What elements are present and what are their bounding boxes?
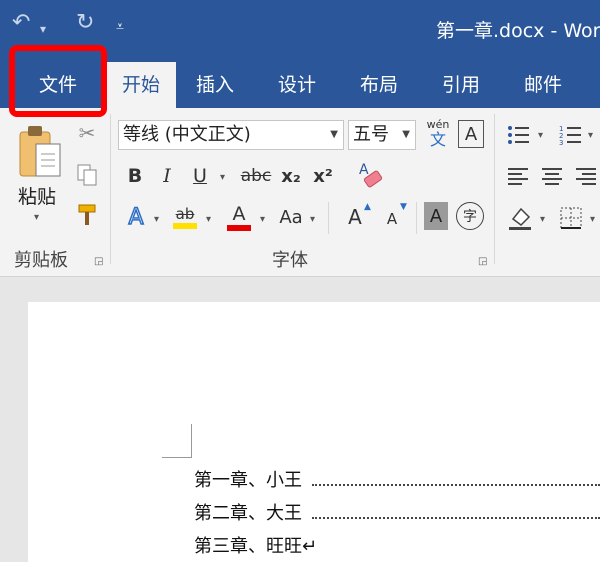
tab-insert[interactable]: 插入 bbox=[180, 62, 250, 108]
font-name-dropdown-icon[interactable]: ▼ bbox=[330, 121, 338, 149]
tab-design[interactable]: 设计 bbox=[262, 62, 332, 108]
font-color-button[interactable]: A bbox=[224, 200, 254, 234]
align-right-icon[interactable] bbox=[574, 164, 598, 188]
character-border-button[interactable]: A bbox=[458, 120, 484, 148]
phonetic-guide-button[interactable]: wén 文 bbox=[422, 116, 454, 152]
toc-entry[interactable]: 第三章、旺旺↵ bbox=[194, 532, 317, 558]
change-case-button[interactable]: Aa bbox=[276, 202, 306, 232]
grow-arrow-icon: ▲ bbox=[364, 202, 371, 212]
copy-icon[interactable] bbox=[74, 162, 100, 188]
underline-button[interactable]: U bbox=[188, 162, 212, 190]
bullets-dropdown-icon[interactable]: ▾ bbox=[538, 130, 543, 141]
document-page[interactable] bbox=[28, 302, 600, 562]
subscript-button[interactable]: x₂ bbox=[278, 162, 304, 190]
text-effects-dropdown-icon[interactable]: ▾ bbox=[154, 214, 159, 225]
superscript-button[interactable]: x² bbox=[310, 162, 336, 190]
italic-button[interactable]: I bbox=[156, 162, 178, 190]
strikethrough-button[interactable]: abc bbox=[238, 162, 274, 190]
font-size-value: 五号 bbox=[353, 124, 389, 145]
cut-icon[interactable]: ✂ bbox=[74, 120, 100, 146]
tab-home[interactable]: 开始 bbox=[106, 62, 176, 108]
toc-entry[interactable]: 第二章、大王 bbox=[194, 499, 302, 525]
paste-button[interactable] bbox=[14, 120, 66, 186]
font-divider-2 bbox=[416, 202, 417, 234]
change-case-dropdown-icon[interactable]: ▾ bbox=[310, 214, 315, 225]
enclose-characters-button[interactable]: 字 bbox=[456, 202, 484, 230]
numbering-icon[interactable]: 123 bbox=[558, 122, 584, 148]
group-divider bbox=[110, 114, 111, 264]
clipboard-launcher-icon[interactable]: ◲ bbox=[94, 256, 103, 267]
tab-references[interactable]: 引用 bbox=[426, 62, 496, 108]
svg-text:3: 3 bbox=[559, 139, 563, 146]
toc-entry[interactable]: 第一章、小王 bbox=[194, 466, 302, 492]
paste-dropdown-icon[interactable]: ▾ bbox=[34, 212, 39, 223]
font-color-dropdown-icon[interactable]: ▾ bbox=[260, 214, 265, 225]
highlight-label: ab bbox=[175, 205, 195, 223]
shading-dropdown-icon[interactable]: ▾ bbox=[540, 214, 545, 225]
bullets-icon[interactable] bbox=[506, 122, 532, 148]
character-shading-button[interactable]: A bbox=[424, 202, 448, 230]
paste-label[interactable]: 粘贴 bbox=[18, 182, 56, 209]
font-color-bar bbox=[227, 225, 251, 231]
font-size-dropdown-icon[interactable]: ▼ bbox=[402, 121, 410, 149]
align-left-icon[interactable] bbox=[506, 164, 530, 188]
font-launcher-icon[interactable]: ◲ bbox=[478, 256, 487, 267]
clipboard-group-label: 剪贴板 bbox=[14, 250, 68, 271]
font-name-value: 等线 (中文正文) bbox=[123, 124, 251, 145]
ribbon-home: 粘贴 ▾ ✂ 剪贴板 ◲ 等线 (中文正文) ▼ 五号 ▼ wén 文 A B … bbox=[0, 108, 600, 277]
highlight-color-bar bbox=[173, 223, 197, 229]
redo-icon[interactable]: ↻ bbox=[76, 8, 94, 38]
customize-qat-icon[interactable]: ⩡ bbox=[116, 12, 124, 42]
font-size-combo[interactable]: 五号 ▼ bbox=[348, 120, 416, 150]
margin-corner-mark bbox=[162, 424, 192, 458]
borders-dropdown-icon[interactable]: ▾ bbox=[590, 214, 595, 225]
svg-text:A: A bbox=[359, 162, 369, 178]
font-group-label: 字体 bbox=[272, 250, 308, 271]
toc-leader-dots bbox=[312, 517, 600, 519]
shading-icon[interactable] bbox=[506, 204, 534, 232]
tab-layout[interactable]: 布局 bbox=[344, 62, 414, 108]
format-painter-icon[interactable] bbox=[74, 202, 100, 228]
grow-font-button[interactable]: A bbox=[344, 202, 366, 232]
underline-dropdown-icon[interactable]: ▾ bbox=[220, 172, 225, 183]
eraser-icon: A bbox=[359, 162, 383, 188]
align-center-icon[interactable] bbox=[540, 164, 564, 188]
shrink-font-button[interactable]: A bbox=[382, 206, 402, 232]
undo-icon[interactable]: ↶ bbox=[12, 8, 30, 38]
text-effects-button[interactable]: A bbox=[122, 202, 150, 232]
font-color-label: A bbox=[232, 203, 246, 225]
toc-leader-dots bbox=[312, 484, 600, 486]
document-title: 第一章.docx - Word bbox=[436, 20, 600, 42]
file-tab-highlight bbox=[9, 45, 107, 117]
paste-icon bbox=[19, 126, 61, 177]
font-name-combo[interactable]: 等线 (中文正文) ▼ bbox=[118, 120, 344, 150]
tab-mailings[interactable]: 邮件 bbox=[508, 62, 578, 108]
clear-formatting-button[interactable]: A bbox=[356, 160, 386, 190]
numbering-dropdown-icon[interactable]: ▾ bbox=[588, 130, 593, 141]
borders-icon[interactable] bbox=[558, 204, 584, 232]
highlight-dropdown-icon[interactable]: ▾ bbox=[206, 214, 211, 225]
text-highlight-button[interactable]: ab bbox=[170, 200, 200, 234]
font-divider bbox=[328, 202, 329, 234]
group-divider-2 bbox=[494, 114, 495, 264]
phonetic-guide-bottom: 文 bbox=[429, 130, 446, 149]
undo-dropdown-icon[interactable]: ▾ bbox=[40, 14, 46, 44]
bold-button[interactable]: B bbox=[124, 162, 146, 190]
shrink-arrow-icon: ▼ bbox=[400, 202, 407, 212]
